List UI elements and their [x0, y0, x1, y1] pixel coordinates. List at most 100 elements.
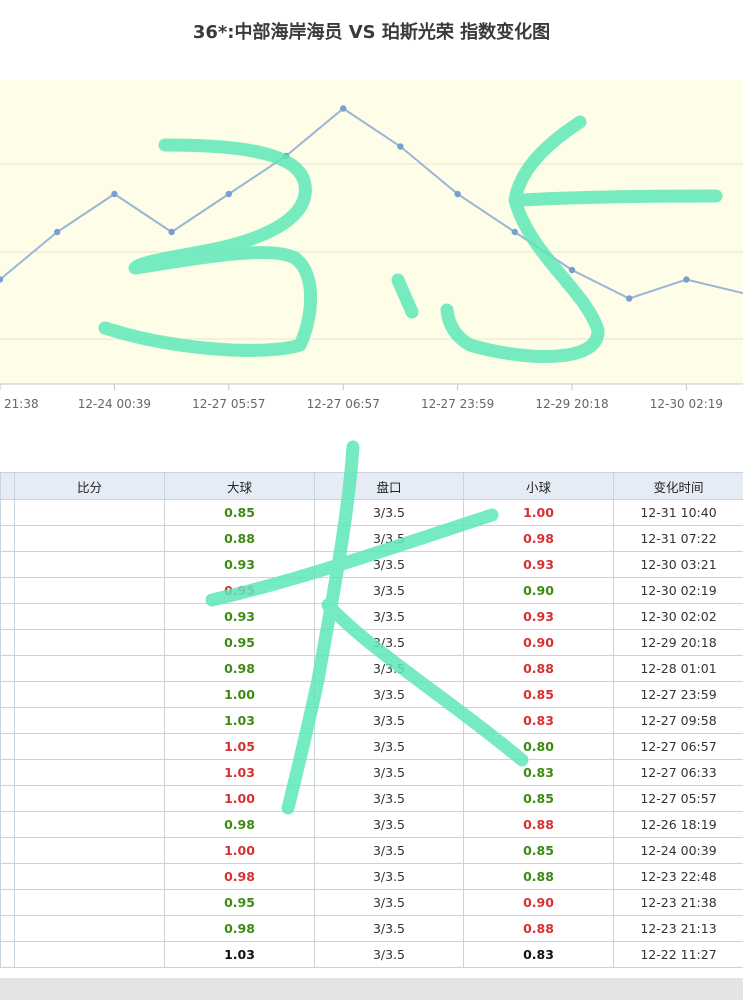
cell-over: 1.00 — [164, 681, 315, 708]
cell-under: 0.88 — [463, 811, 614, 838]
cell-line: 3/3.5 — [314, 577, 464, 604]
cell-index — [0, 603, 15, 630]
cell-under: 0.90 — [463, 577, 614, 604]
cell-line: 3/3.5 — [314, 811, 464, 838]
table-header-row: 比分 大球 盘口 小球 变化时间 — [0, 472, 743, 500]
table-row: 1.03 3/3.5 0.83 12-27 09:58 — [0, 707, 743, 734]
cell-index — [0, 837, 15, 864]
cell-line: 3/3.5 — [314, 941, 464, 968]
cell-line: 3/3.5 — [314, 759, 464, 786]
table-row: 0.95 3/3.5 0.90 12-30 02:19 — [0, 577, 743, 604]
cell-line: 3/3.5 — [314, 629, 464, 656]
cell-under: 0.83 — [463, 759, 614, 786]
cell-under: 0.90 — [463, 889, 614, 916]
cell-under: 0.88 — [463, 863, 614, 890]
cell-under: 0.85 — [463, 681, 614, 708]
data-point — [340, 105, 347, 112]
cell-time: 12-27 06:33 — [613, 759, 743, 786]
cell-score — [14, 915, 165, 942]
cell-over: 0.93 — [164, 603, 315, 630]
cell-time: 12-28 01:01 — [613, 655, 743, 682]
cell-line: 3/3.5 — [314, 863, 464, 890]
cell-line: 3/3.5 — [314, 733, 464, 760]
cell-under: 0.80 — [463, 733, 614, 760]
cell-index — [0, 733, 15, 760]
data-point — [282, 152, 290, 160]
cell-under: 0.85 — [463, 837, 614, 864]
col-header-under: 小球 — [463, 472, 614, 500]
table-row: 0.85 3/3.5 1.00 12-31 10:40 — [0, 499, 743, 526]
cell-time: 12-24 00:39 — [613, 837, 743, 864]
cell-time: 12-31 07:22 — [613, 525, 743, 552]
table-row: 1.00 3/3.5 0.85 12-27 23:59 — [0, 681, 743, 708]
cell-index — [0, 863, 15, 890]
cell-index — [0, 811, 15, 838]
page-title: 36*:中部海岸海员 VS 珀斯光荣 指数变化图 — [192, 22, 551, 43]
cell-score — [14, 629, 165, 656]
chart-plot-area — [0, 80, 743, 384]
cell-time: 12-30 03:21 — [613, 551, 743, 578]
cell-score — [14, 499, 165, 526]
data-point — [511, 228, 518, 236]
data-point — [397, 143, 404, 150]
col-header-over: 大球 — [164, 472, 315, 500]
cell-line: 3/3.5 — [314, 551, 464, 578]
cell-over: 1.05 — [164, 733, 315, 760]
cell-score — [14, 785, 165, 812]
cell-score — [14, 863, 165, 890]
cell-over: 1.03 — [164, 707, 315, 734]
cell-index — [0, 915, 15, 942]
cell-time: 12-23 21:13 — [613, 915, 743, 942]
table-row: 1.03 3/3.5 0.83 12-22 11:27 — [0, 941, 743, 968]
cell-score — [14, 681, 165, 708]
cell-over: 0.98 — [164, 655, 315, 682]
cell-score — [14, 655, 165, 682]
cell-over: 1.03 — [164, 941, 315, 968]
x-tick-label: 12-27 23:59 — [421, 397, 494, 411]
data-point — [225, 190, 232, 198]
cell-time: 12-27 23:59 — [613, 681, 743, 708]
table-row: 0.98 3/3.5 0.88 12-26 18:19 — [0, 811, 743, 838]
cell-score — [14, 733, 165, 760]
cell-line: 3/3.5 — [314, 837, 464, 864]
cell-under: 0.85 — [463, 785, 614, 812]
col-header-index — [0, 472, 15, 500]
x-tick-label: 12-27 06:57 — [307, 397, 380, 411]
cell-index — [0, 629, 15, 656]
cell-over: 0.98 — [164, 915, 315, 942]
cell-under: 0.93 — [463, 603, 614, 630]
data-point — [568, 266, 576, 274]
table-row: 1.03 3/3.5 0.83 12-27 06:33 — [0, 759, 743, 786]
cell-score — [14, 941, 165, 968]
cell-line: 3/3.5 — [314, 603, 464, 630]
cell-time: 12-26 18:19 — [613, 811, 743, 838]
cell-under: 0.88 — [463, 655, 614, 682]
bottom-bar — [0, 978, 743, 1000]
cell-index — [0, 785, 15, 812]
cell-over: 1.00 — [164, 785, 315, 812]
cell-index — [0, 759, 15, 786]
table-row: 1.05 3/3.5 0.80 12-27 06:57 — [0, 733, 743, 760]
cell-line: 3/3.5 — [314, 681, 464, 708]
cell-index — [0, 655, 15, 682]
table-row: 0.95 3/3.5 0.90 12-29 20:18 — [0, 629, 743, 656]
cell-score — [14, 603, 165, 630]
x-tick-label: 21:38 — [4, 397, 39, 411]
x-tick-label: 12-24 00:39 — [78, 397, 151, 411]
cell-line: 3/3.5 — [314, 889, 464, 916]
cell-under: 0.83 — [463, 707, 614, 734]
table-row: 1.00 3/3.5 0.85 12-24 00:39 — [0, 837, 743, 864]
cell-line: 3/3.5 — [314, 655, 464, 682]
cell-index — [0, 707, 15, 734]
cell-over: 0.98 — [164, 811, 315, 838]
table-row: 0.98 3/3.5 0.88 12-23 21:13 — [0, 915, 743, 942]
cell-index — [0, 525, 15, 552]
cell-over: 1.03 — [164, 759, 315, 786]
cell-index — [0, 551, 15, 578]
cell-line: 3/3.5 — [314, 499, 464, 526]
cell-time: 12-23 22:48 — [613, 863, 743, 890]
table-row: 0.98 3/3.5 0.88 12-28 01:01 — [0, 655, 743, 682]
data-point — [54, 228, 61, 236]
cell-time: 12-30 02:02 — [613, 603, 743, 630]
cell-score — [14, 837, 165, 864]
